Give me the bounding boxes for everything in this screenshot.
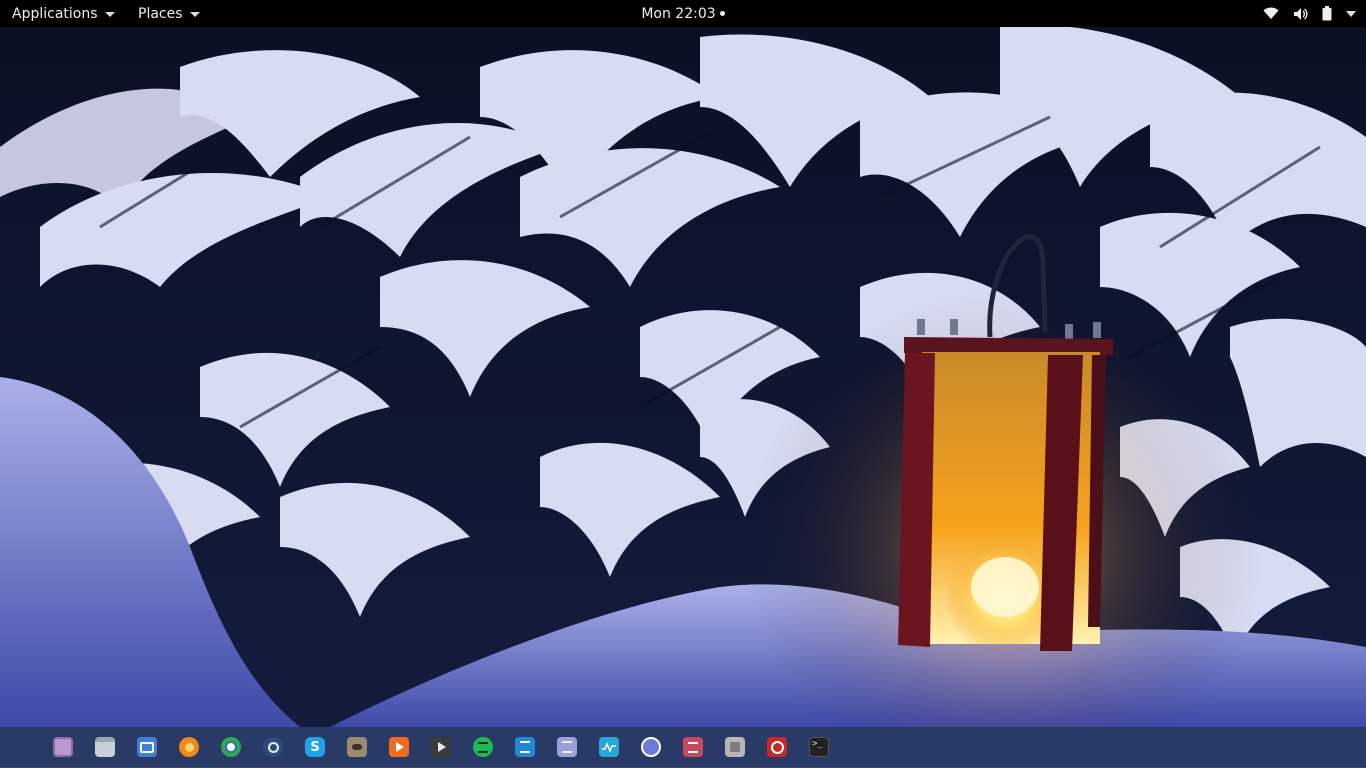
skype-icon: S <box>305 737 325 757</box>
calculator-icon <box>725 737 745 757</box>
show-applications-icon <box>11 737 31 757</box>
system-monitor-launcher[interactable] <box>599 737 619 757</box>
system-monitor-icon <box>599 737 619 757</box>
notes-launcher[interactable] <box>557 737 577 757</box>
snowy-spruce-lantern-wallpaper <box>0 27 1366 727</box>
video-player-icon <box>431 737 451 757</box>
steam-launcher[interactable] <box>263 737 283 757</box>
applications-menu-label: Applications <box>12 5 98 22</box>
chevron-down-icon <box>104 12 115 17</box>
clock-area: Mon 22:03 <box>0 0 1366 27</box>
chrome-icon <box>221 737 241 757</box>
skype-launcher[interactable]: S <box>305 737 325 757</box>
screenshot-icon <box>137 737 157 757</box>
firefox-icon <box>179 737 199 757</box>
files-icon <box>95 737 115 757</box>
video-player-launcher[interactable] <box>431 737 451 757</box>
terminal-icon: >_ <box>809 737 829 757</box>
spotify-icon <box>473 737 493 757</box>
app-grid-icon <box>641 737 661 757</box>
text-editor-icon <box>515 737 535 757</box>
update-manager-icon <box>767 737 787 757</box>
desktop-wallpaper <box>0 27 1366 727</box>
system-menu-caret-icon <box>1346 10 1356 17</box>
text-editor-launcher[interactable] <box>515 737 535 757</box>
photo-viewer-launcher[interactable] <box>53 737 73 757</box>
calculator-launcher[interactable] <box>725 737 745 757</box>
settings-tweaks-icon <box>683 737 703 757</box>
battery-icon <box>1322 6 1332 21</box>
files-launcher[interactable] <box>95 737 115 757</box>
notification-dot-icon <box>719 11 725 16</box>
system-tray[interactable] <box>1263 0 1356 27</box>
spotify-launcher[interactable] <box>473 737 493 757</box>
firefox-launcher[interactable] <box>179 737 199 757</box>
volume-icon <box>1294 7 1308 20</box>
gimp-icon <box>347 737 367 757</box>
screenshot-launcher[interactable] <box>137 737 157 757</box>
top-bar: Applications Places Mon 22:03 <box>0 0 1366 27</box>
places-menu-label: Places <box>138 5 183 22</box>
steam-icon <box>263 737 283 757</box>
photo-viewer-icon <box>53 737 73 757</box>
notes-icon <box>557 737 577 757</box>
chrome-launcher[interactable] <box>221 737 241 757</box>
applications-menu[interactable]: Applications <box>12 0 115 27</box>
chevron-down-icon <box>189 12 200 17</box>
terminal-launcher[interactable]: >_ <box>809 737 829 757</box>
media-player-icon <box>389 737 409 757</box>
dock: S >_ <box>0 727 1366 768</box>
update-manager-launcher[interactable] <box>767 737 787 757</box>
media-player-launcher[interactable] <box>389 737 409 757</box>
clock[interactable]: Mon 22:03 <box>641 6 715 22</box>
wifi-icon <box>1263 7 1279 19</box>
settings-tweaks-launcher[interactable] <box>683 737 703 757</box>
app-grid-launcher[interactable] <box>641 737 661 757</box>
show-applications-button[interactable] <box>11 737 31 757</box>
gimp-launcher[interactable] <box>347 737 367 757</box>
places-menu[interactable]: Places <box>138 0 200 27</box>
